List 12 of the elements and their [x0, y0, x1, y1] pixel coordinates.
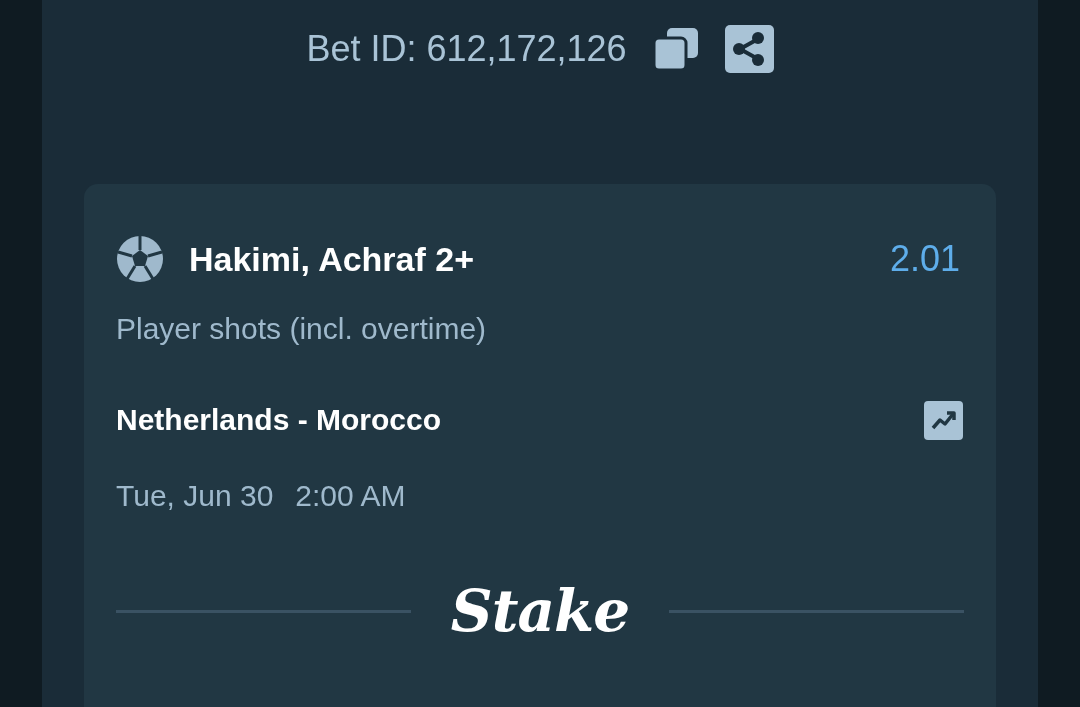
market-text: Player shots (incl. overtime) — [116, 311, 488, 347]
copy-icon[interactable] — [652, 27, 699, 71]
event-time: 2:00 AM — [295, 479, 406, 513]
soccer-ball-icon — [116, 235, 164, 283]
chart-trend-icon[interactable] — [924, 400, 963, 440]
odds-value: 2.01 — [889, 238, 960, 280]
bet-id-text: Bet ID: 612,172,126 — [306, 28, 627, 70]
event-date: Tue, Jun 30 — [116, 479, 274, 513]
event-name: Netherlands - Morocco — [116, 403, 442, 437]
share-icon[interactable] — [724, 25, 774, 73]
selection-name: Hakimi, Achraf 2+ — [189, 239, 475, 279]
logo-text: Stake — [450, 577, 630, 645]
